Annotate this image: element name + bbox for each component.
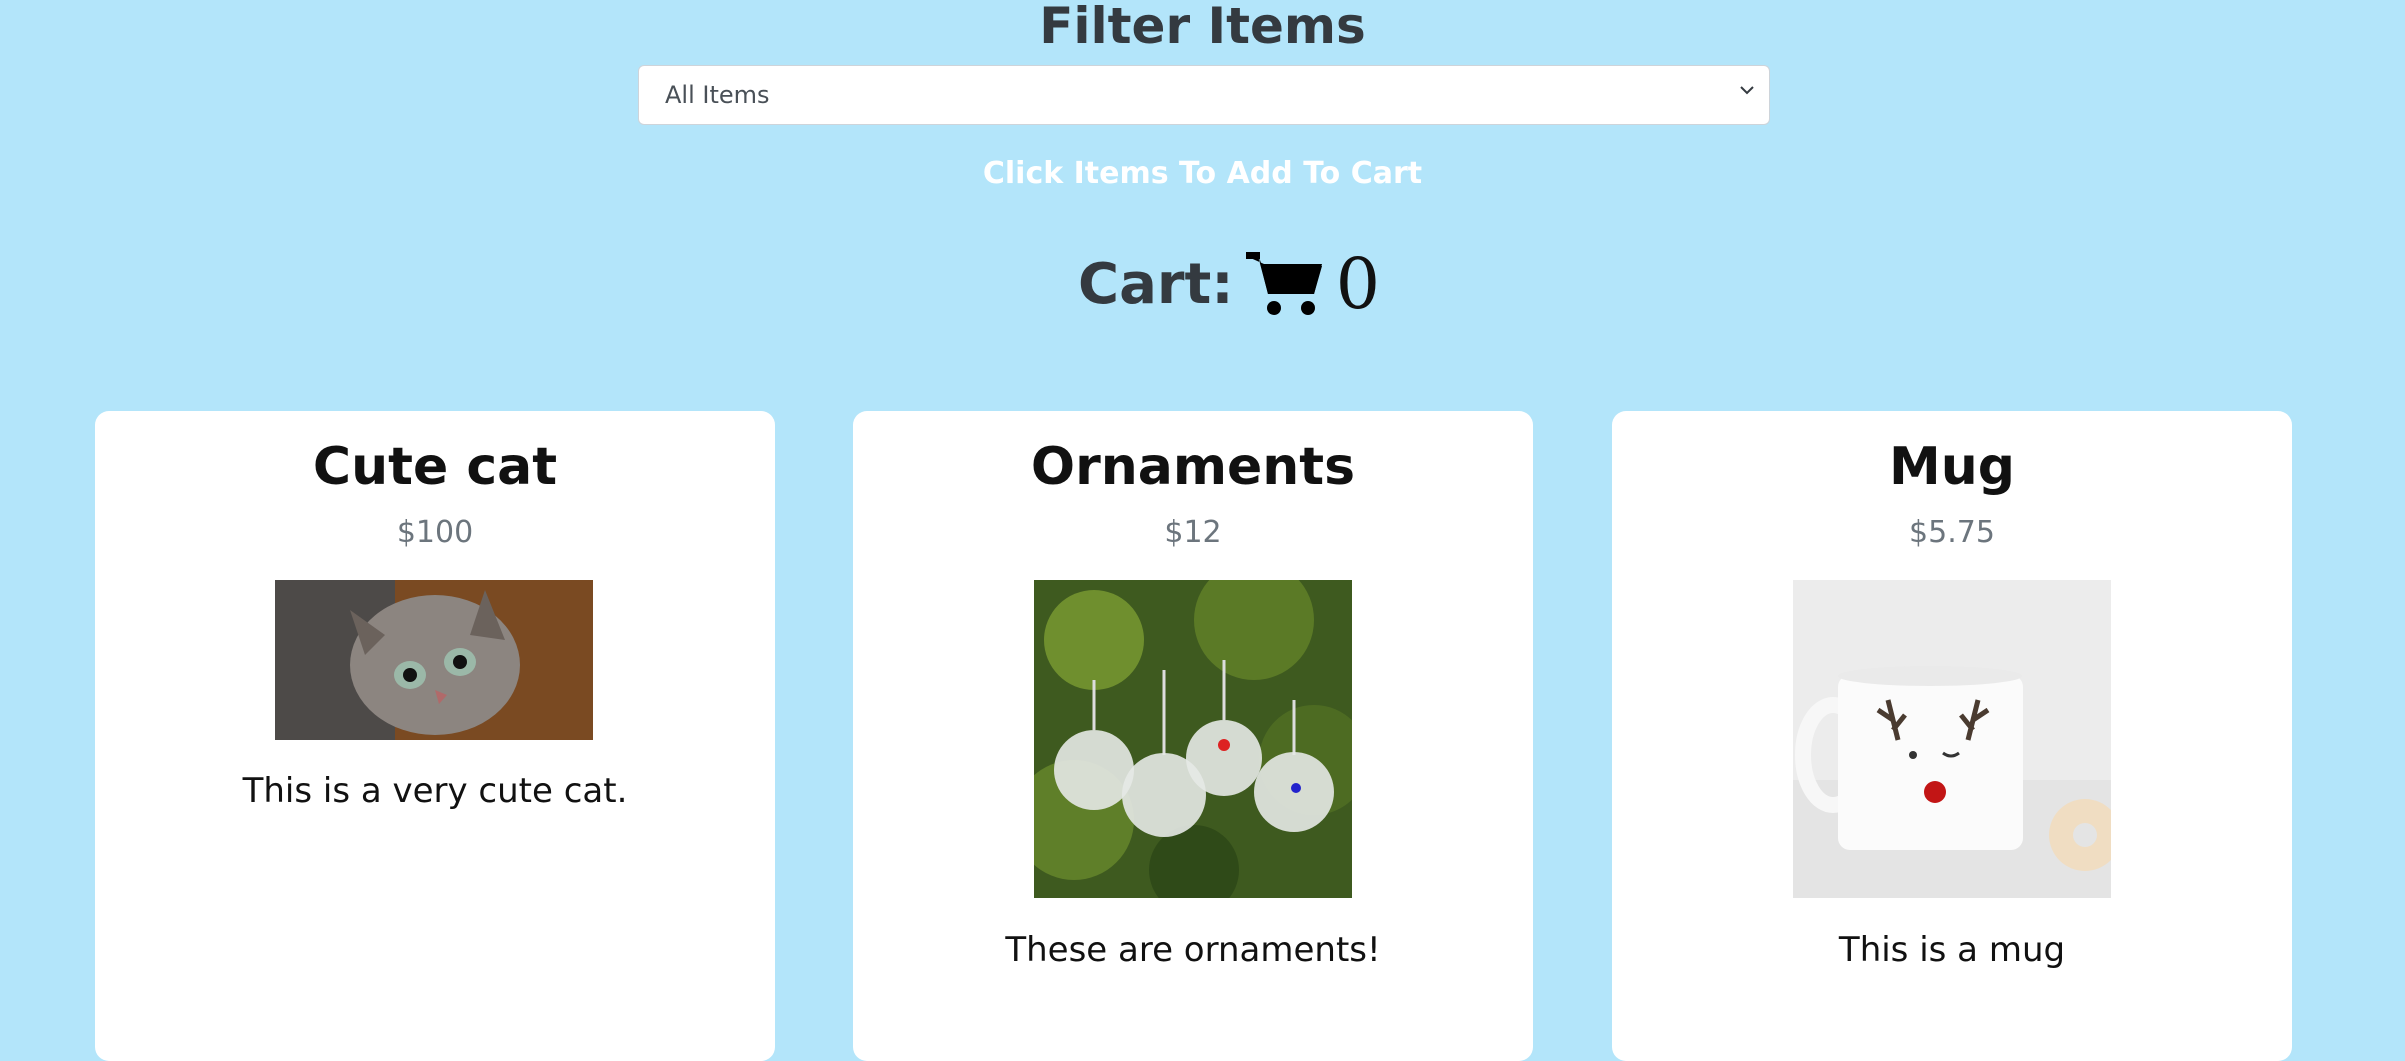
item-title: Cute cat bbox=[312, 437, 558, 497]
filter-select[interactable]: All Items bbox=[638, 65, 1770, 125]
item-description: These are ornaments! bbox=[1005, 930, 1381, 970]
shopping-cart-icon bbox=[1245, 252, 1322, 315]
filter-selected-value: All Items bbox=[665, 81, 770, 109]
item-title: Mug bbox=[1889, 437, 2015, 497]
page-title: Filter Items bbox=[1039, 0, 1366, 55]
chevron-down-icon bbox=[1740, 86, 1754, 95]
cat-image bbox=[275, 580, 593, 740]
mug-image bbox=[1793, 580, 2111, 898]
cart-count: 0 bbox=[1335, 243, 1381, 325]
item-description: This is a very cute cat. bbox=[242, 771, 628, 811]
item-price: $12 bbox=[1164, 515, 1222, 550]
item-description: This is a mug bbox=[1838, 930, 2066, 970]
item-title: Ornaments bbox=[1030, 437, 1356, 497]
cart-label: Cart: bbox=[1078, 251, 1234, 317]
item-price: $100 bbox=[396, 515, 474, 550]
item-price: $5.75 bbox=[1909, 515, 1995, 550]
add-to-cart-hint: Click Items To Add To Cart bbox=[982, 156, 1423, 191]
cart-summary[interactable]: Cart: 0 bbox=[1078, 243, 1380, 325]
item-card-mug[interactable]: Mug $5.75 This is a mug bbox=[1612, 411, 2292, 1061]
ornaments-image bbox=[1034, 580, 1352, 898]
item-card-ornaments[interactable]: Ornaments $12 These are ornaments! bbox=[853, 411, 1533, 1061]
item-card-cute-cat[interactable]: Cute cat $100 This is a very cute cat. bbox=[95, 411, 775, 1061]
